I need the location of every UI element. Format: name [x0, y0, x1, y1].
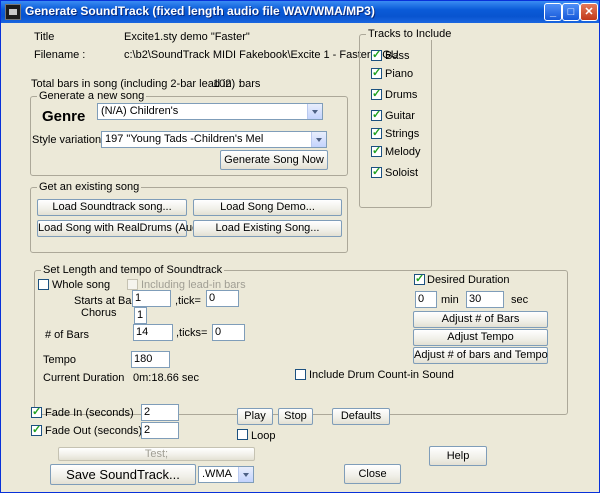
close-window-button[interactable]: ✕ — [580, 3, 598, 21]
total-bars-unit: bars — [239, 78, 261, 90]
current-duration-value: 0m:18.66 sec — [133, 372, 200, 384]
tempo-input[interactable]: 180 — [131, 351, 170, 368]
track-checkbox-soloist[interactable] — [371, 165, 382, 178]
tick-label: ,tick= — [175, 295, 201, 307]
fade-in-label: Fade In (seconds) — [45, 407, 134, 419]
fade-in-checkbox[interactable] — [31, 405, 42, 418]
style-variations-dropdown[interactable]: 197 "Young Tads -Children's Mel — [101, 131, 327, 148]
defaults-button[interactable]: Defaults — [332, 408, 390, 425]
app-icon — [5, 4, 21, 20]
num-bars-label: # of Bars — [45, 329, 90, 341]
fade-out-label: Fade Out (seconds) — [45, 425, 143, 437]
load-song-realdrums-button[interactable]: Load Song with RealDrums (Audio)... — [37, 220, 220, 237]
style-variations-label: Style variations — [32, 134, 107, 146]
title-label: Title — [34, 31, 55, 43]
format-dropdown[interactable]: .WMA — [198, 466, 254, 483]
dialog-body: Title Excite1.sty demo "Faster" Filename… — [1, 23, 599, 492]
chevron-down-icon[interactable] — [311, 132, 326, 147]
window-title: Generate SoundTrack (fixed length audio … — [25, 4, 375, 18]
loop-checkbox[interactable] — [237, 429, 248, 440]
title-value: Excite1.sty demo "Faster" — [124, 31, 250, 43]
generate-song-now-button[interactable]: Generate Song Now — [220, 150, 328, 170]
current-duration-label: Current Duration — [43, 372, 125, 384]
adjust-bars-tempo-button[interactable]: Adjust # of bars and Tempo — [413, 347, 548, 364]
play-button[interactable]: Play — [237, 408, 273, 425]
group-label: Generate a new song — [37, 90, 147, 102]
track-checkbox-melody[interactable] — [371, 144, 382, 157]
total-bars-label: Total bars in song (including 2-bar lead… — [31, 78, 242, 90]
lead-in-checkbox[interactable] — [127, 279, 138, 290]
track-label-piano: Piano — [385, 68, 414, 80]
total-bars-value: 102 — [213, 78, 232, 90]
filename-label: Filename : — [34, 49, 86, 61]
desired-duration-label: Desired Duration — [427, 274, 510, 286]
drum-countin-checkbox[interactable] — [295, 369, 306, 380]
track-checkbox-guitar[interactable] — [371, 108, 382, 121]
group-label: Tracks to Include — [366, 28, 454, 40]
whole-song-label: Whole song — [52, 279, 111, 291]
seconds-input[interactable]: 30 — [466, 291, 504, 308]
filename-value: c:\b2\SoundTrack MIDI Fakebook\Excite 1 … — [124, 49, 399, 61]
generate-soundtrack-dialog: Generate SoundTrack (fixed length audio … — [0, 0, 600, 493]
adjust-tempo-button[interactable]: Adjust Tempo — [413, 329, 548, 346]
track-label-bass: Bass — [385, 50, 410, 62]
min-label: min — [441, 294, 459, 306]
track-label-drums: Drums — [385, 89, 418, 101]
track-label-soloist: Soloist — [385, 167, 419, 179]
track-checkbox-piano[interactable] — [371, 66, 382, 79]
minimize-button[interactable]: _ — [544, 3, 562, 21]
help-button[interactable]: Help — [429, 446, 487, 466]
stop-button[interactable]: Stop — [278, 408, 313, 425]
minutes-input[interactable]: 0 — [415, 291, 437, 308]
close-button[interactable]: Close — [344, 464, 401, 484]
group-label: Set Length and tempo of Soundtrack — [41, 264, 225, 276]
track-label-guitar: Guitar — [385, 110, 415, 122]
starts-at-bar-label: Starts at Bar — [74, 295, 136, 307]
genre-value: (N/A) Children's — [101, 105, 179, 117]
sec-label: sec — [511, 294, 529, 306]
ticks-label: ,ticks= — [176, 327, 208, 339]
style-value: 197 "Young Tads -Children's Mel — [105, 133, 264, 145]
track-label-strings: Strings — [385, 128, 420, 140]
load-song-demo-button[interactable]: Load Song Demo... — [193, 199, 342, 216]
whole-song-checkbox[interactable] — [38, 279, 49, 290]
track-checkbox-drums[interactable] — [371, 87, 382, 100]
loop-label: Loop — [251, 430, 276, 442]
tempo-label: Tempo — [43, 354, 77, 366]
chorus-label: Chorus — [81, 307, 117, 319]
track-label-melody: Melody — [385, 146, 421, 158]
fade-out-input[interactable]: 2 — [141, 422, 179, 439]
tick-input[interactable]: 0 — [206, 290, 239, 307]
fade-in-input[interactable]: 2 — [141, 404, 179, 421]
starts-at-bar-input[interactable]: 1 — [132, 290, 171, 307]
desired-duration-checkbox[interactable] — [414, 272, 425, 285]
num-bars-input[interactable]: 14 — [133, 324, 173, 341]
load-soundtrack-song-button[interactable]: Load Soundtrack song... — [37, 199, 187, 216]
format-value: .WMA — [202, 468, 232, 480]
group-label: Get an existing song — [37, 181, 142, 193]
chevron-down-icon[interactable] — [307, 104, 322, 119]
load-existing-song-button[interactable]: Load Existing Song... — [193, 220, 342, 237]
genre-label: Genre — [42, 108, 86, 125]
maximize-button[interactable]: □ — [562, 3, 580, 21]
chevron-down-icon[interactable] — [238, 467, 253, 482]
track-checkbox-strings[interactable] — [371, 126, 382, 139]
drum-countin-label: Include Drum Count-in Sound — [309, 369, 454, 381]
test-button[interactable]: Test; — [58, 447, 255, 461]
fade-out-checkbox[interactable] — [31, 423, 42, 436]
title-bar[interactable]: Generate SoundTrack (fixed length audio … — [1, 1, 599, 23]
genre-dropdown[interactable]: (N/A) Children's — [97, 103, 323, 120]
save-soundtrack-button[interactable]: Save SoundTrack... — [50, 464, 196, 485]
track-checkbox-bass[interactable] — [371, 48, 382, 61]
adjust-bars-button[interactable]: Adjust # of Bars — [413, 311, 548, 328]
chorus-input[interactable]: 1 — [134, 307, 147, 324]
ticks-input[interactable]: 0 — [212, 324, 245, 341]
